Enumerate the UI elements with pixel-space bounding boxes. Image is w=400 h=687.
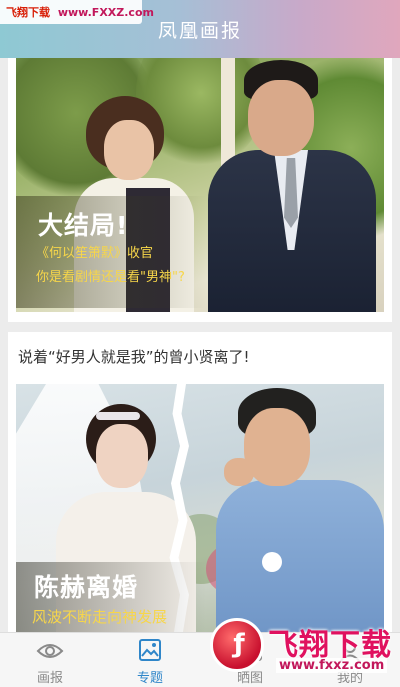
feed-card-title: 大结局! [38,211,129,240]
feed-card-headline: 说着“好男人就是我”的曾小贤离了! [18,348,250,366]
eye-icon [36,644,64,658]
feed-card-subtitle: 风波不断走向神发展 [32,608,168,626]
feed-card-divorce[interactable]: 说着“好男人就是我”的曾小贤离了! 陈赫离婚 风波不断走向神发展 [8,332,392,632]
bottom-watermark: ƒ 飞翔下载 www.fxxz.com [210,614,396,684]
tab-zhuanti[interactable]: 专题 [100,633,200,687]
tab-label: 专题 [136,671,163,686]
feed-card-photo: 陈赫离婚 风波不断走向神发展 [16,384,384,632]
tab-huabao[interactable]: 画报 [0,633,100,687]
tab-label: 画报 [36,671,63,686]
app-header: 飞翔下载 www.FXXZ.com 凤凰画报 [0,0,400,58]
watermark-url: www.fxxz.com [276,658,388,673]
watermark-logo-icon: ƒ [210,618,264,672]
feed-card-subtitle: 你是看剧情还是看"男神"? [36,270,185,285]
feed-card-finale[interactable]: 大结局! 《何以笙箫默》收官 你是看剧情还是看"男神"? [8,58,392,322]
feed-card-photo: 大结局! 《何以笙箫默》收官 你是看剧情还是看"男神"? [16,58,384,312]
feed-list[interactable]: 大结局! 《何以笙箫默》收官 你是看剧情还是看"男神"? 说着“好男人就是我”的… [0,58,400,632]
feed-card-subtitle: 《何以笙箫默》收官 [36,246,154,261]
image-icon [139,639,161,661]
page-title: 凤凰画报 [157,20,242,42]
feed-card-title: 陈赫离婚 [34,573,139,602]
